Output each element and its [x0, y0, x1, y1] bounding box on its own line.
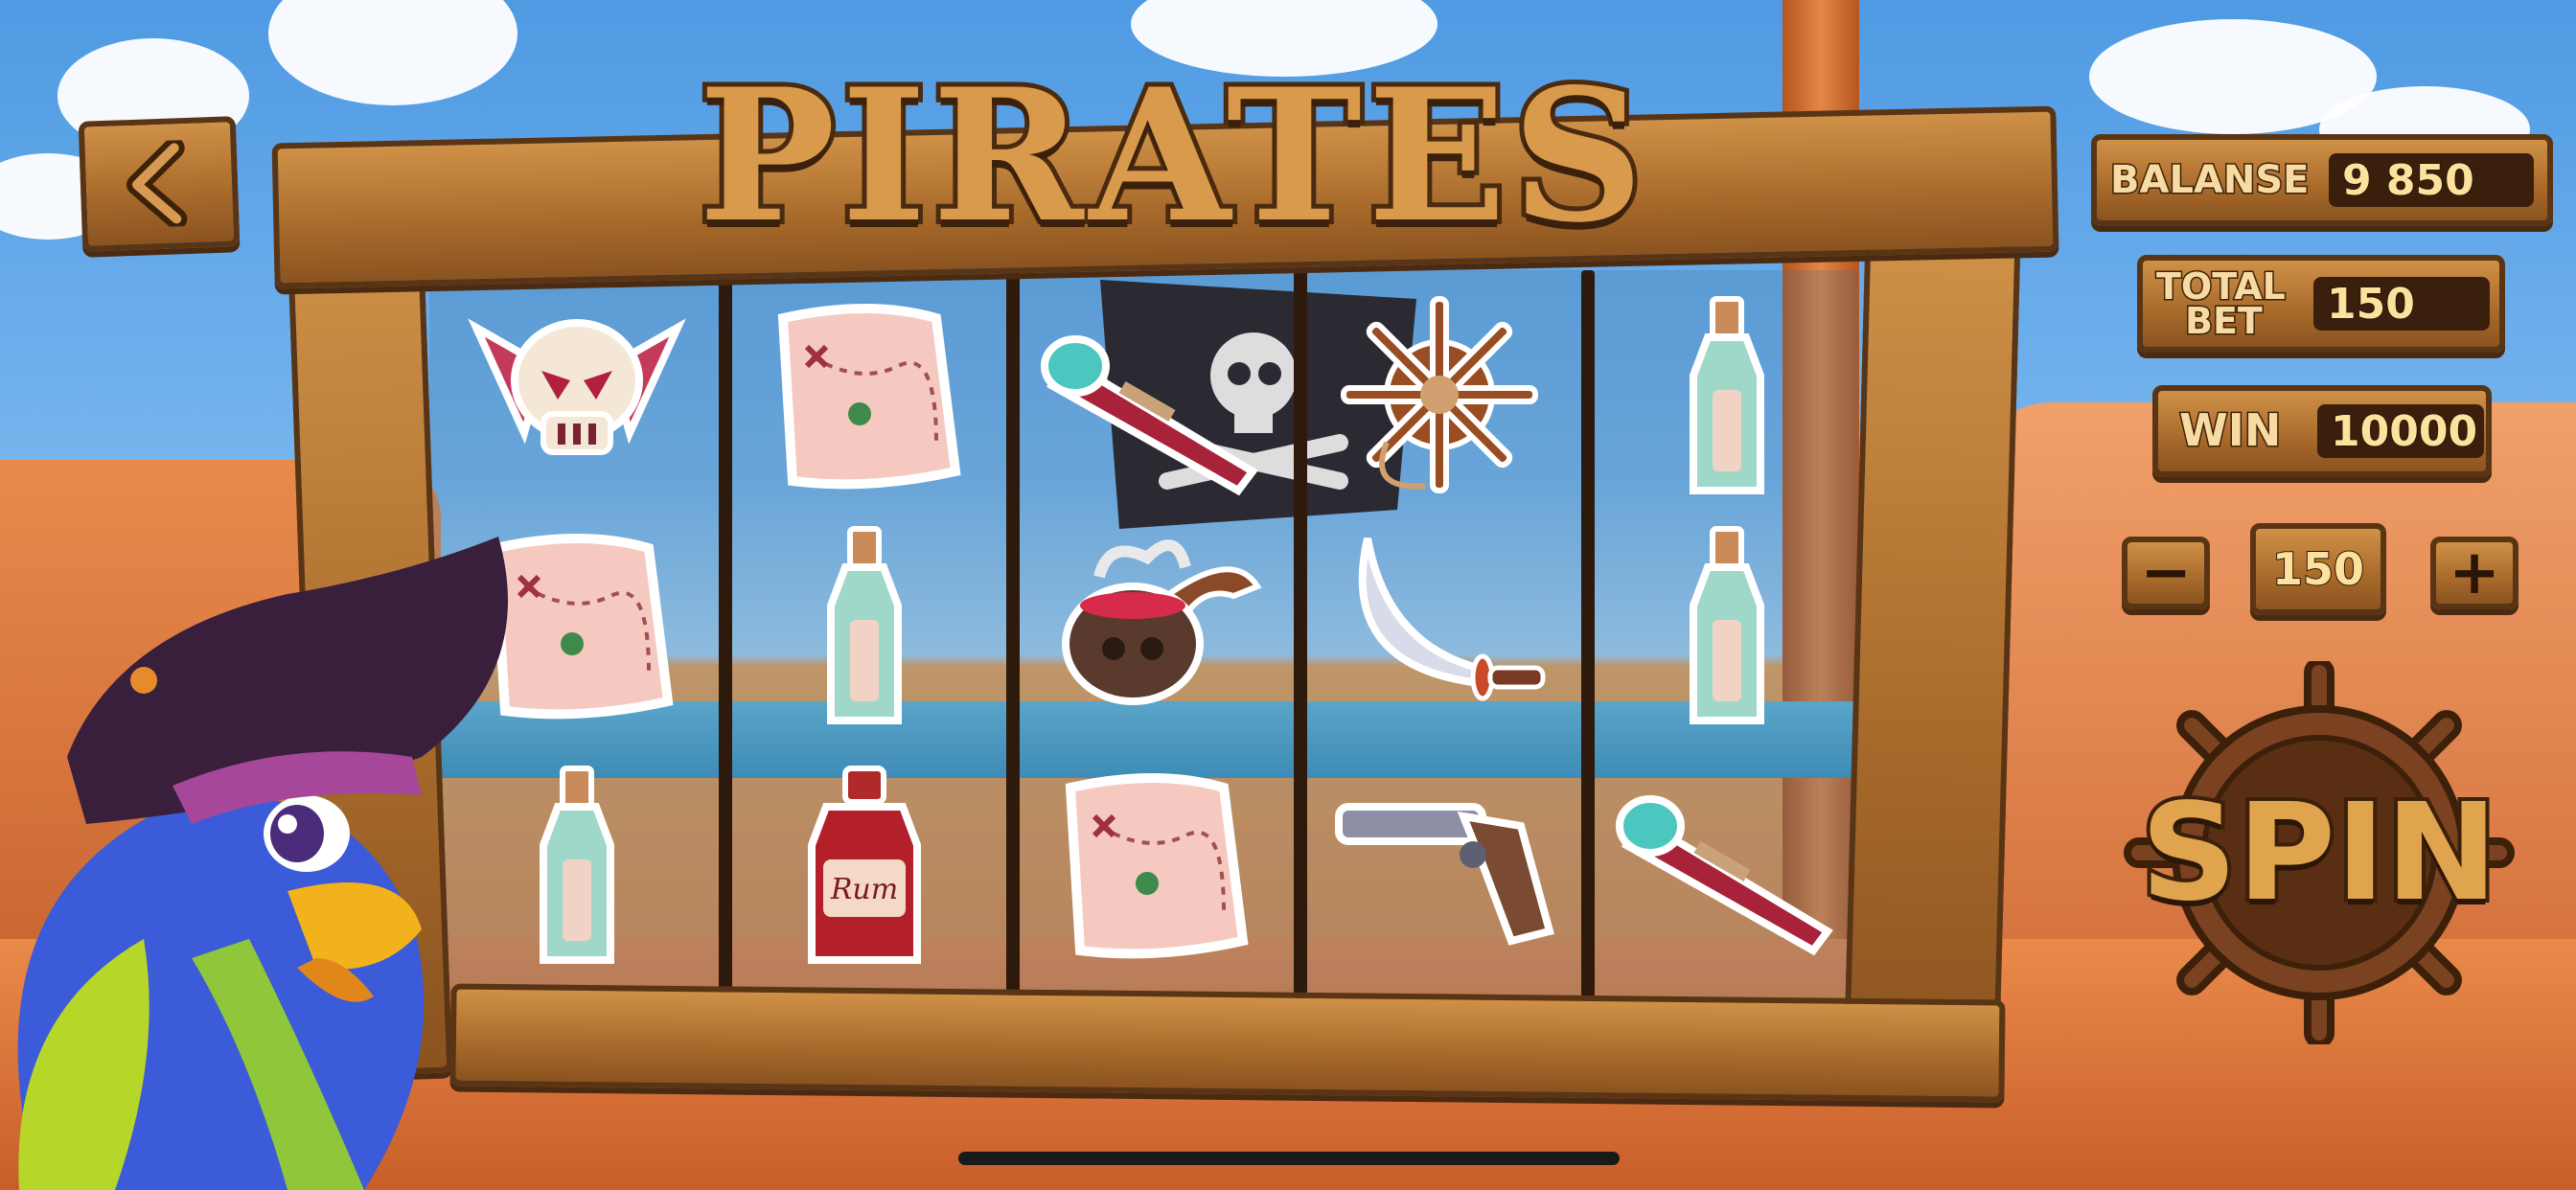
parrot-mascot — [17, 537, 508, 1190]
skull-pipe-icon — [1062, 539, 1262, 705]
symbol-ship-wheel — [1324, 296, 1554, 500]
symbol-message-bottle — [1612, 296, 1842, 500]
ship-wheel-icon — [1341, 296, 1538, 493]
reel-divider — [1006, 270, 1020, 998]
reel-4 — [1303, 270, 1576, 998]
symbol-treasure-map — [749, 299, 979, 500]
balance-panel: BALANSE 9 850 — [2091, 134, 2553, 226]
chevron-left-icon — [126, 139, 188, 229]
reel-divider — [1581, 270, 1595, 998]
cloud — [268, 0, 518, 105]
reel-5 — [1591, 270, 1863, 998]
total-bet-panel: TOTAL BET 150 — [2137, 255, 2505, 353]
total-bet-value: 150 — [2313, 277, 2490, 331]
win-label: WIN — [2177, 404, 2282, 457]
symbol-message-bottle — [749, 526, 979, 730]
win-panel: WIN 10000 — [2152, 385, 2492, 477]
cutlass-icon — [1358, 538, 1546, 701]
back-button[interactable] — [78, 116, 241, 252]
message-bottle-icon — [1690, 526, 1764, 724]
symbol-rum-bottle: Rum — [749, 766, 979, 970]
frame-bottom-plank — [449, 983, 2006, 1103]
rum-label: Rum — [830, 873, 898, 906]
win-value: 10000 — [2317, 404, 2484, 458]
balance-value: 9 850 — [2329, 153, 2534, 207]
rum-bottle-icon: Rum — [808, 766, 921, 964]
total-bet-label-line1: TOTAL — [2155, 264, 2288, 308]
skull-crossbones-icon — [468, 318, 686, 455]
decrease-bet-button[interactable]: − — [2122, 537, 2210, 609]
spyglass-icon — [1616, 795, 1833, 956]
balance-label: BALANSE — [2109, 158, 2311, 202]
treasure-map-icon — [1065, 773, 1249, 959]
symbol-flintlock-pistol — [1324, 768, 1554, 970]
total-bet-label-line2: BET — [2184, 300, 2265, 342]
reel-divider — [719, 270, 732, 998]
reel-2: Rum — [728, 270, 1000, 998]
flintlock-pistol-icon — [1335, 803, 1554, 946]
spyglass-icon — [1041, 335, 1258, 496]
reel-3 — [1016, 270, 1288, 998]
message-bottle-icon — [827, 526, 902, 724]
message-bottle-icon — [1690, 296, 1764, 494]
total-bet-label: TOTAL BET — [2155, 264, 2288, 342]
spin-button[interactable]: SPIN — [2099, 661, 2540, 1044]
reel-divider — [1294, 270, 1307, 998]
home-indicator — [958, 1152, 1620, 1165]
symbol-cutlass — [1324, 529, 1554, 730]
game-title: PIRATES — [694, 44, 1650, 267]
symbol-skull-crossbones — [462, 289, 692, 491]
symbol-skull-pipe — [1037, 529, 1267, 730]
treasure-map-icon — [777, 304, 961, 490]
title-board: PIRATES — [694, 44, 1650, 267]
symbol-message-bottle — [1612, 526, 1842, 730]
spin-label: SPIN — [2137, 771, 2502, 935]
increase-bet-button[interactable]: + — [2430, 537, 2518, 609]
symbol-treasure-map — [1037, 768, 1267, 970]
symbol-spyglass — [1612, 768, 1842, 970]
symbol-spyglass — [1037, 309, 1267, 510]
frame-right-plank — [1843, 238, 2021, 1077]
bet-amount-display: 150 — [2250, 523, 2386, 615]
